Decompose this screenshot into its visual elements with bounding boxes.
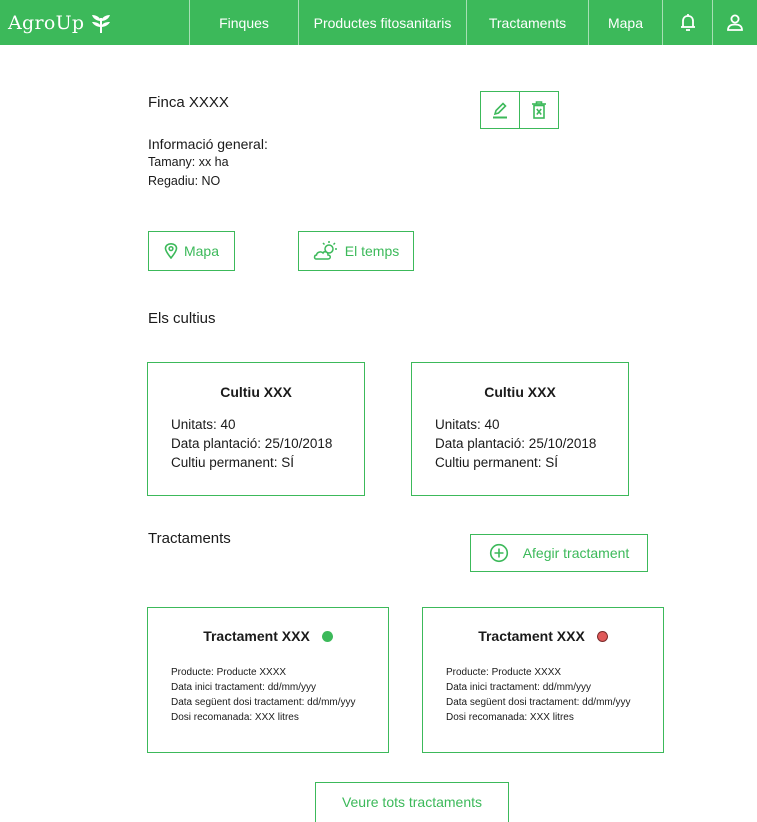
nav-tractaments-label: Tractaments [488,14,567,31]
user-icon [727,14,743,31]
treatments-section-title: Tractaments [148,530,231,547]
add-treatment-label: Afegir tractament [522,545,630,561]
plus-circle-icon [489,543,508,563]
treatment-recommended-dose: Dosi recomanada: XXX litres [446,712,574,723]
map-button-label: Mapa [183,243,220,259]
treatment-product: Producte: Producte XXXX [171,667,287,678]
crop-permanent: Cultiu permanent: SÍ [171,455,295,470]
crop-units: Unitats: 40 [171,417,236,432]
trash-icon [532,101,546,119]
add-treatment-button[interactable]: Afegir tractament [470,534,648,572]
app-logo[interactable]: AgroUp [0,0,190,45]
crop-units: Unitats: 40 [435,417,500,432]
nav-finques-label: Finques [219,14,269,31]
treatment-header: Tractament XXX [423,628,663,644]
bell-icon [680,13,695,31]
crop-planting-date: Data plantació: 25/10/2018 [435,436,597,451]
partly-cloudy-icon [313,241,337,260]
general-info-title: Informació general: [148,136,268,152]
treatment-name: Tractament XXX [478,628,585,644]
farm-actions-group [480,91,559,129]
crop-name: Cultiu XXX [484,384,556,400]
treatment-card[interactable]: Tractament XXX Producte: Producte XXXX D… [147,607,389,753]
crop-permanent: Cultiu permanent: SÍ [435,455,559,470]
nav-mapa-label: Mapa [607,14,644,31]
crop-planting-date: Data plantació: 25/10/2018 [171,436,333,451]
nav-finques[interactable]: Finques [190,0,299,45]
map-button[interactable]: Mapa [148,231,235,271]
treatment-start-date: Data inici tractament: dd/mm/yyy [171,682,317,693]
pencil-icon [493,102,507,119]
status-dot-green [321,630,333,642]
treatment-next-dose-date: Data següent dosi tractament: dd/mm/yyy [171,697,356,708]
treatment-product: Producte: Producte XXXX [446,667,562,678]
edit-farm-button[interactable] [481,92,520,128]
treatment-card[interactable]: Tractament XXX Producte: Producte XXXX D… [422,607,664,753]
crop-card[interactable]: Cultiu XXX Unitats: 40 Data plantació: 2… [147,362,365,496]
farm-irrigation: Regadiu: NO [148,174,221,188]
logo-text: AgroUp [8,11,85,34]
treatment-start-date: Data inici tractament: dd/mm/yyy [446,682,592,693]
treatment-header: Tractament XXX [148,628,388,644]
view-all-treatments-label: Veure tots tractaments [341,794,483,810]
nav-productes-fitosanitaris[interactable]: Productes fitosanitaris [299,0,467,45]
farm-title: Finca XXXX [148,94,229,111]
treatment-next-dose-date: Data següent dosi tractament: dd/mm/yyy [446,697,631,708]
farm-size: Tamany: xx ha [148,155,229,169]
treatment-recommended-dose: Dosi recomanada: XXX litres [171,712,299,723]
crops-section-title: Els cultius [148,310,216,327]
nav-mapa[interactable]: Mapa [589,0,663,45]
nav-productes-label: Productes fitosanitaris [313,14,452,31]
top-navbar: AgroUp Finques Productes fitosanitaris T… [0,0,757,45]
crop-name: Cultiu XXX [220,384,292,400]
view-all-treatments-button[interactable]: Veure tots tractaments [315,782,509,822]
nav-tractaments[interactable]: Tractaments [467,0,589,45]
weather-button[interactable]: El temps [298,231,414,271]
leaf-logo-icon [92,14,111,33]
delete-farm-button[interactable] [520,92,558,128]
status-dot-red [596,630,608,642]
treatment-name: Tractament XXX [203,628,310,644]
user-profile-button[interactable] [713,0,757,45]
crop-card[interactable]: Cultiu XXX Unitats: 40 Data plantació: 2… [411,362,629,496]
weather-button-label: El temps [344,243,400,259]
notifications-button[interactable] [663,0,713,45]
map-pin-icon [164,243,178,259]
